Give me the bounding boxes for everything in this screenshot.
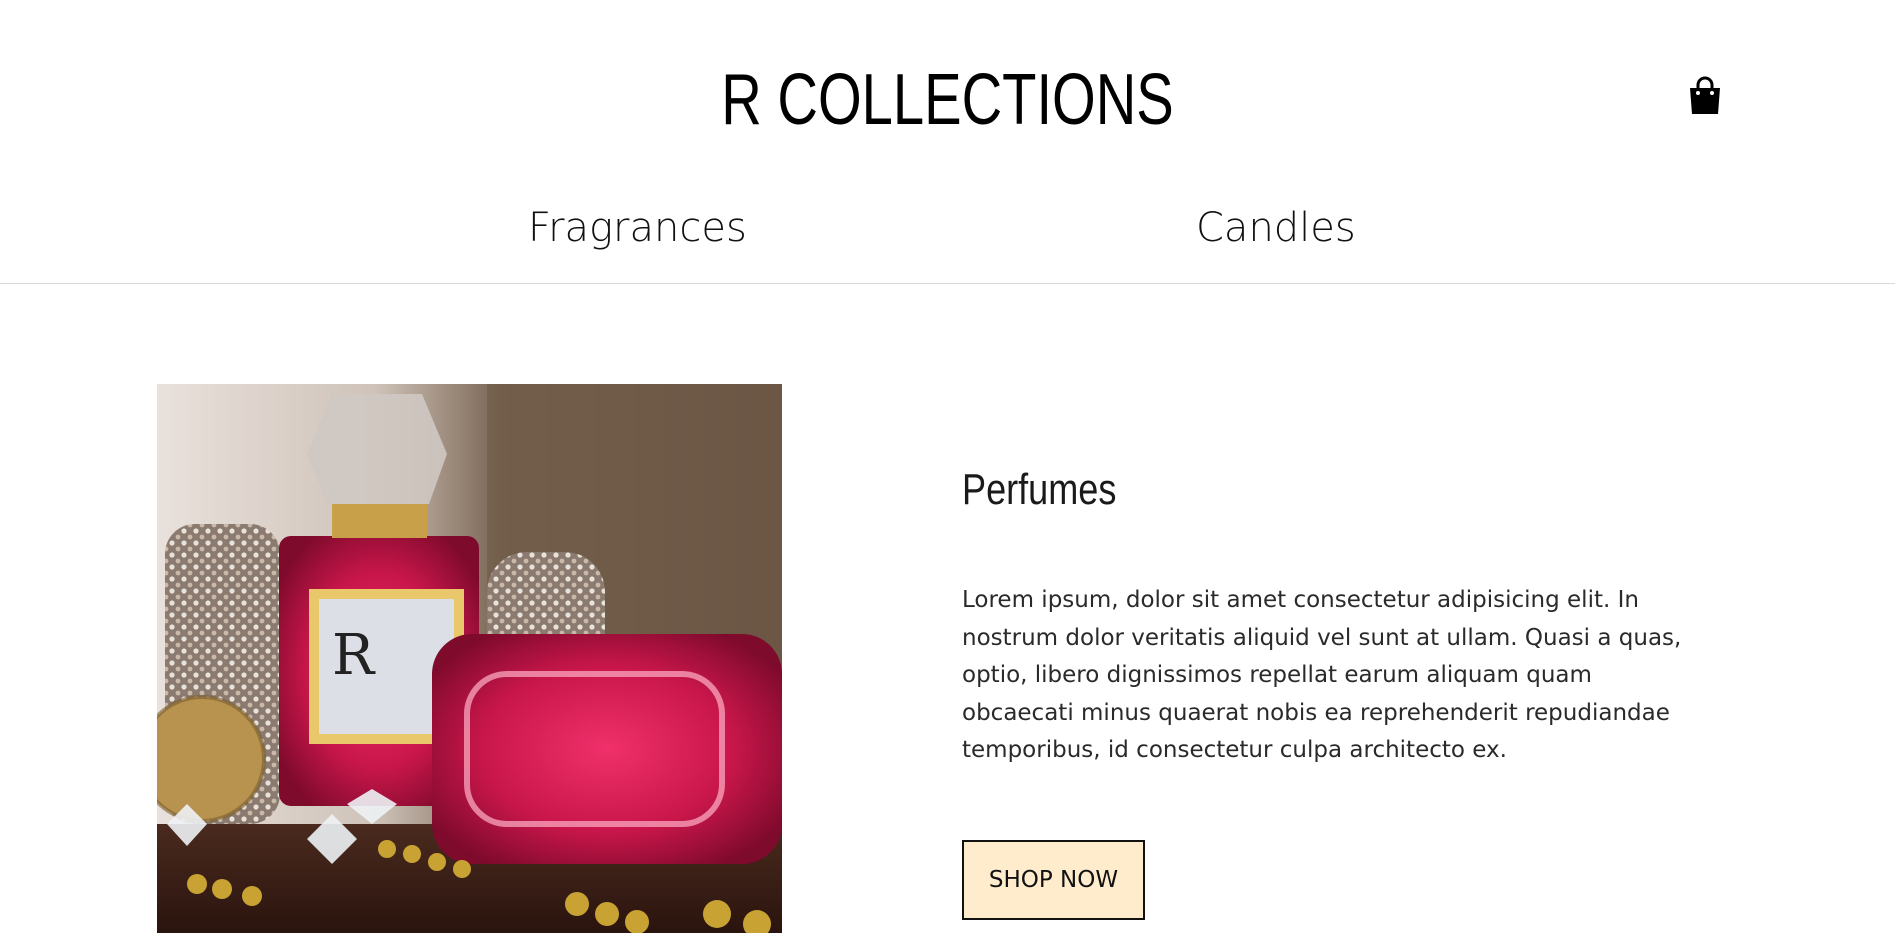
perfume-photo: R <box>157 384 782 933</box>
svg-text:R: R <box>332 623 376 688</box>
nav-link-candles[interactable]: Candles <box>1196 200 1356 256</box>
brand-logo-text[interactable]: R COLLECTIONS <box>208 58 1686 142</box>
site-header: R COLLECTIONS Fragrances Candles <box>0 0 1895 284</box>
product-description: Lorem ipsum, dolor sit amet consectetur … <box>962 587 1682 763</box>
shop-now-button[interactable]: SHOP NOW <box>962 840 1145 920</box>
nav-link-fragrances[interactable]: Fragrances <box>528 200 747 256</box>
product-title: Perfumes <box>962 465 1117 514</box>
shopping-bag-icon[interactable] <box>1688 76 1722 114</box>
